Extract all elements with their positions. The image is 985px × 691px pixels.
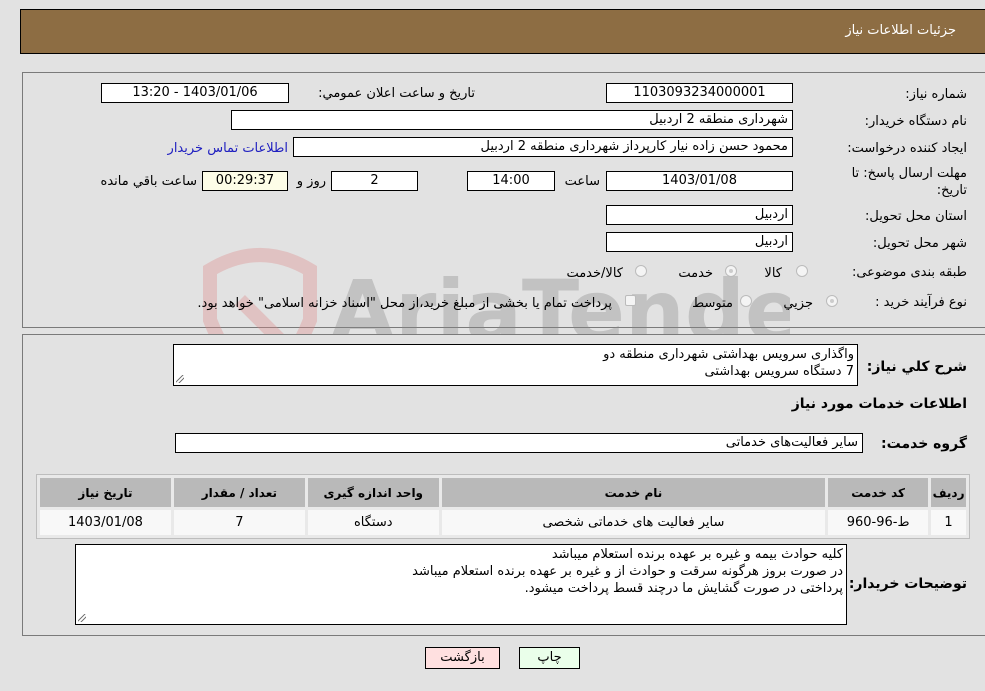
treasury-payment-checkbox[interactable] — [625, 295, 636, 306]
buyer-notes-label: توضيحات خريدار: — [848, 576, 967, 592]
purchase-type-label: نوع فرآیند خرید : — [875, 295, 967, 310]
deadline-time-field: 14:00 — [467, 171, 555, 191]
requester-field: محمود حسن زاده نیار کارپرداز شهرداری منط… — [293, 137, 793, 157]
col-header-need-date: تاريخ نياز — [40, 478, 171, 507]
category-option-goods-service: کالا/خدمت — [566, 266, 623, 281]
cell-quantity: 7 — [173, 510, 305, 535]
need-number-label: شماره نیاز: — [905, 87, 967, 102]
services-table: رديف کد خدمت نام خدمت واحد اندازه گيری ت… — [36, 474, 970, 539]
service-group-field: سایر فعالیت‌های خدماتی — [175, 433, 863, 453]
page-title: جزئیات اطلاعات نیاز — [845, 23, 956, 38]
cell-service-name: سایر فعالیت های خدماتی شخصی — [441, 510, 826, 535]
buyer-org-field: شهرداری منطقه 2 اردبیل — [231, 110, 793, 130]
need-number-field: 1103093234000001 — [606, 83, 793, 103]
announce-datetime-label: تاریخ و ساعت اعلان عمومي: — [318, 86, 475, 101]
cell-service-code: ط-96-960 — [828, 510, 929, 535]
service-group-label: گروه خدمت: — [881, 436, 967, 452]
services-section-title: اطلاعات خدمات مورد نياز — [791, 396, 967, 412]
description-line: واگذاری سرویس بهداشتی شهرداری منطقه دو — [603, 347, 854, 362]
description-textarea[interactable]: واگذاری سرویس بهداشتی شهرداری منطقه دو 7… — [173, 344, 858, 386]
col-header-service-code: کد خدمت — [828, 478, 929, 507]
category-radio-goods[interactable] — [796, 265, 808, 277]
requester-label: ايجاد کننده درخواست: — [847, 141, 967, 156]
category-radio-goods-service[interactable] — [635, 265, 647, 277]
purchase-type-option-medium: متوسط — [692, 296, 733, 311]
cell-need-date: 1403/01/08 — [40, 510, 171, 535]
category-option-goods: کالا — [764, 266, 782, 281]
table-row: 1 ط-96-960 سایر فعالیت های خدماتی شخصی د… — [40, 510, 966, 535]
deadline-date-field: 1403/01/08 — [606, 171, 793, 191]
remaining-days-field: 2 — [331, 171, 418, 191]
col-header-service-name: نام خدمت — [441, 478, 826, 507]
back-button[interactable]: بازگشت — [425, 647, 500, 669]
description-label: شرح کلي نياز: — [866, 359, 967, 375]
category-option-service: خدمت — [678, 266, 713, 281]
buyer-contact-link[interactable]: اطلاعات تماس خريدار — [168, 141, 288, 156]
cell-unit: دستگاه — [307, 510, 439, 535]
city-field: اردبیل — [606, 232, 793, 252]
deadline-label: مهلت ارسال پاسخ: تا تاریخ: — [851, 166, 967, 198]
description-line: 7 دستگاه سرویس بهداشتی — [704, 364, 854, 379]
buyer-org-label: نام دستگاه خريدار: — [864, 114, 967, 129]
purchase-type-radio-minor[interactable] — [826, 295, 838, 307]
table-header-row: رديف کد خدمت نام خدمت واحد اندازه گيری ت… — [40, 478, 966, 507]
resize-grip-icon[interactable] — [78, 614, 86, 622]
days-label: روز و — [296, 174, 326, 189]
page-header: جزئیات اطلاعات نیاز — [20, 9, 985, 54]
city-label: شهر محل تحویل: — [872, 236, 967, 251]
buyer-notes-line: کلیه حوادث بیمه و غیره بر عهده برنده است… — [551, 547, 843, 562]
purchase-type-option-minor: جزيي — [783, 296, 813, 311]
col-header-quantity: تعداد / مقدار — [173, 478, 305, 507]
resize-grip-icon[interactable] — [176, 375, 184, 383]
remaining-time-field: 00:29:37 — [202, 171, 288, 191]
category-label: طبقه بندی موضوعی: — [851, 265, 967, 280]
cell-row-number: 1 — [931, 510, 966, 535]
buyer-notes-line: در صورت بروز هرگونه سرقت و حوادث از و غی… — [412, 564, 843, 579]
print-button[interactable]: چاپ — [519, 647, 580, 669]
deadline-time-label: ساعت — [564, 174, 600, 189]
buyer-notes-textarea[interactable]: کلیه حوادث بیمه و غیره بر عهده برنده است… — [75, 544, 847, 625]
purchase-type-radio-medium[interactable] — [740, 295, 752, 307]
province-field: اردبیل — [606, 205, 793, 225]
category-radio-service[interactable] — [725, 265, 737, 277]
treasury-payment-note: پرداخت تمام يا بخشی از مبلغ خرید،از محل … — [197, 296, 612, 311]
remaining-time-label: ساعت باقي مانده — [100, 174, 197, 189]
col-header-row-number: رديف — [931, 478, 966, 507]
col-header-unit: واحد اندازه گيری — [307, 478, 439, 507]
announce-datetime-field: 1403/01/06 - 13:20 — [101, 83, 289, 103]
buyer-notes-line: پرداختی در صورت گشایش ما درچند قسط پرداخ… — [524, 581, 843, 596]
province-label: استان محل تحویل: — [865, 209, 967, 224]
